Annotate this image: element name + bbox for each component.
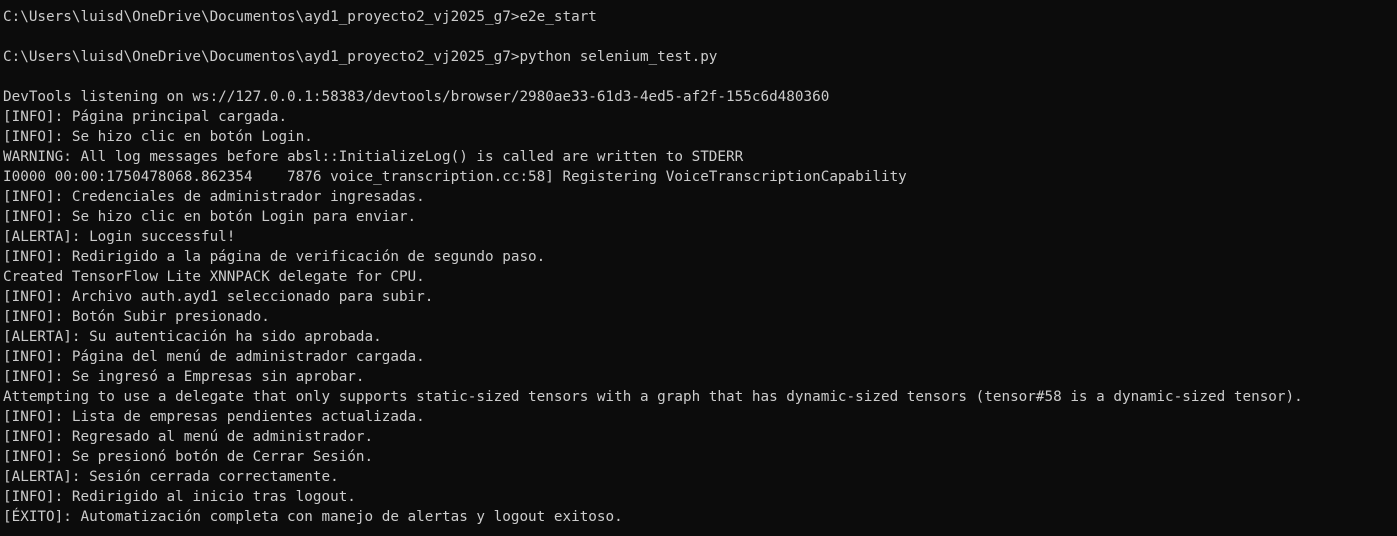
terminal-line: C:\Users\luisd\OneDrive\Documentos\ayd1_… [3,49,718,65]
terminal-line: [ALERTA]: Su autenticación ha sido aprob… [3,329,382,345]
terminal-line: [INFO]: Página del menú de administrador… [3,349,425,365]
terminal-line: [INFO]: Lista de empresas pendientes act… [3,409,425,425]
terminal-line: [INFO]: Redirigido al inicio tras logout… [3,489,356,505]
terminal-line: Created TensorFlow Lite XNNPACK delegate… [3,269,425,285]
terminal-line: [ALERTA]: Login successful! [3,229,236,245]
terminal-line: WARNING: All log messages before absl::I… [3,149,744,165]
terminal-line: [INFO]: Archivo auth.ayd1 seleccionado p… [3,289,434,305]
terminal-line: [INFO]: Credenciales de administrador in… [3,189,425,205]
terminal-line: [INFO]: Redirigido a la página de verifi… [3,249,546,265]
terminal-line: [INFO]: Regresado al menú de administrad… [3,429,374,445]
terminal-line: [ÉXITO]: Automatización completa con man… [3,509,623,525]
terminal-line: [ALERTA]: Sesión cerrada correctamente. [3,469,339,485]
terminal-line: DevTools listening on ws://127.0.0.1:583… [3,89,830,105]
terminal-line: [INFO]: Se presionó botón de Cerrar Sesi… [3,449,374,465]
terminal-line: [INFO]: Se hizo clic en botón Login para… [3,209,417,225]
terminal-line: [INFO]: Se hizo clic en botón Login. [3,129,313,145]
terminal-output[interactable]: C:\Users\luisd\OneDrive\Documentos\ayd1_… [0,0,1397,536]
terminal-line: [INFO]: Botón Subir presionado. [3,309,270,325]
terminal-line: Attempting to use a delegate that only s… [3,389,1303,405]
terminal-line: I0000 00:00:1750478068.862354 7876 voice… [3,169,907,185]
terminal-line: [INFO]: Página principal cargada. [3,109,288,125]
terminal-line: C:\Users\luisd\OneDrive\Documentos\ayd1_… [3,9,597,25]
terminal-line: [INFO]: Se ingresó a Empresas sin aproba… [3,369,365,385]
